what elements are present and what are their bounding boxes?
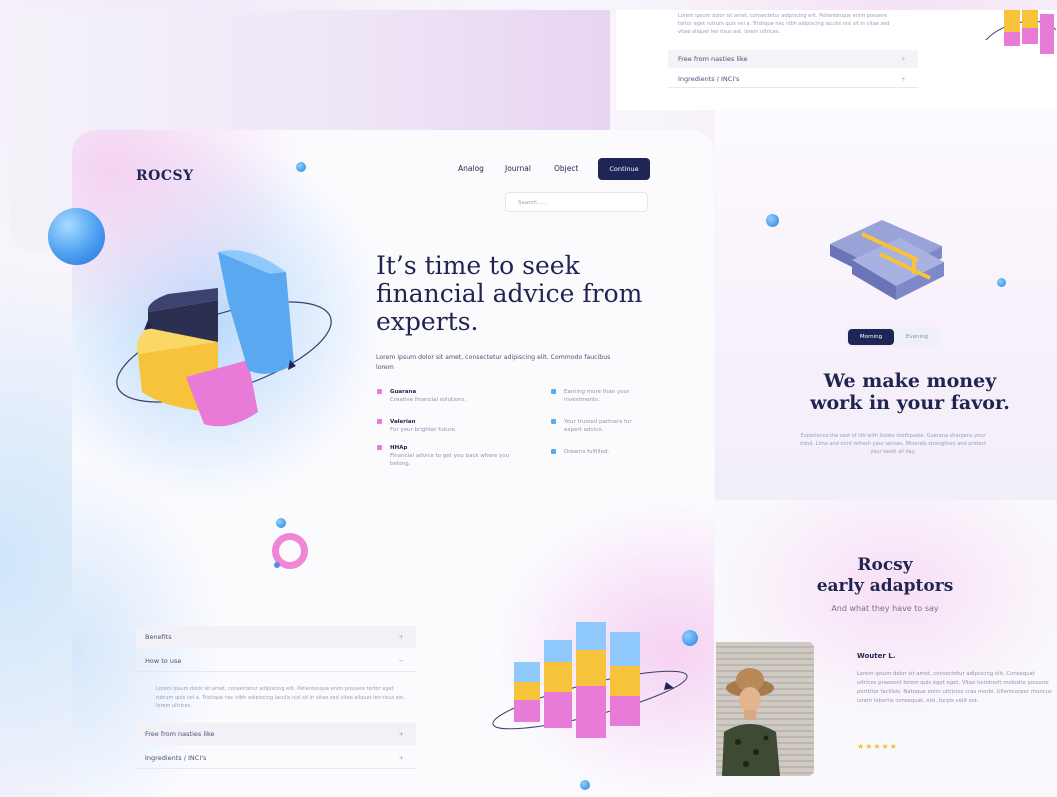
adaptors-title: Rocsy early adaptors xyxy=(800,555,970,597)
accordion-how-to-use[interactable]: How to use − xyxy=(136,650,416,672)
feature-bullet xyxy=(377,445,382,450)
accordion-label: Ingredients / INCI's xyxy=(145,754,207,762)
pie-chart-3d-illustration xyxy=(116,250,332,427)
feature-partners: Your trusted partners for expert advice. xyxy=(551,418,650,434)
blue-sphere-tiny xyxy=(997,278,1006,287)
accordion-ingredients[interactable]: Ingredients / INCI's + xyxy=(136,747,416,769)
money-title: We make money work in your favor. xyxy=(760,370,1057,414)
nav-analog[interactable]: Analog xyxy=(458,164,484,173)
reviewer-photo xyxy=(716,642,814,776)
blue-sphere-bottom xyxy=(580,780,590,790)
rating-stars: ★★★★★ xyxy=(857,742,898,751)
plus-icon: + xyxy=(900,75,906,83)
blue-sphere-mid xyxy=(276,518,286,528)
faq-paragraph: Lorem ipsum dolor sit amet, consectetur … xyxy=(678,13,890,35)
minus-icon: − xyxy=(398,657,404,665)
feature-text: Dreams fulfilled. xyxy=(564,449,610,455)
person-illustration xyxy=(722,668,780,776)
accordion-benefits[interactable]: Benefits + xyxy=(136,626,416,648)
faq-row-nasties[interactable]: Free from nasties like + xyxy=(668,50,918,68)
feature-earning: Earning more than your investments. xyxy=(551,388,650,404)
accordion-nasties[interactable]: Free from nasties like + xyxy=(136,723,416,745)
adaptors-title-line1: Rocsy xyxy=(857,555,913,575)
hero-description: Lorem ipsum dolor sit amet, consectetur … xyxy=(376,354,611,371)
adaptors-title-line2: early adaptors xyxy=(816,576,954,596)
brand-logo[interactable]: ROCSY xyxy=(136,168,194,184)
feature-text: Creative financial solutions. xyxy=(390,397,467,403)
plus-icon: + xyxy=(900,55,906,63)
feature-text: Your trusted partners for expert advice. xyxy=(564,419,632,433)
main-landing-card: ROCSY Analog Journal Object Continue Sea… xyxy=(72,130,714,797)
money-title-line1: We make money xyxy=(823,370,997,392)
faq-row-ingredients[interactable]: Ingredients / INCI's + xyxy=(668,70,918,88)
accordion-label: Benefits xyxy=(145,633,172,641)
feature-bullet xyxy=(551,449,556,454)
blue-sphere-small xyxy=(766,214,779,227)
feature-hhap: HHAp Financial advice to get you back wh… xyxy=(377,444,520,468)
feature-bullet xyxy=(377,389,382,394)
nav-journal[interactable]: Journal xyxy=(505,164,531,173)
money-title-line2: work in your favor. xyxy=(810,392,1010,414)
blue-sphere-large xyxy=(48,208,105,265)
plus-icon: + xyxy=(398,730,404,738)
bar-chart-3d-corner xyxy=(985,10,1057,54)
toggle-evening[interactable]: Evening xyxy=(896,329,938,345)
feature-title: Valerian xyxy=(390,419,416,425)
feature-title: Guarana xyxy=(390,389,417,395)
money-stack-illustration xyxy=(830,220,944,300)
hero-title: It’s time to seek financial advice from … xyxy=(376,251,643,336)
adaptors-subtitle: And what they have to say xyxy=(831,604,939,613)
feature-guarana: Guarana Creative financial solutions. xyxy=(377,388,520,404)
feature-bullet xyxy=(551,389,556,394)
feature-dreams: Dreams fulfilled. xyxy=(551,448,650,456)
plus-icon: + xyxy=(398,754,404,762)
feature-bullet xyxy=(377,419,382,424)
blue-sphere-header xyxy=(296,162,306,172)
feature-text: Financial advice to get you back where y… xyxy=(390,453,510,467)
faq-row-label: Ingredients / INCI's xyxy=(678,75,740,83)
review-text: Lorem ipsum dolor sit amet, consectetur … xyxy=(857,671,1052,704)
reviewer-name: Wouter L. xyxy=(857,652,896,660)
faq-panel-top: Lorem ipsum dolor sit amet, consectetur … xyxy=(616,10,1057,110)
blue-sphere-dot xyxy=(274,562,280,568)
time-toggle[interactable]: Morning Evening xyxy=(846,327,940,347)
bar-chart-3d-illustration xyxy=(492,622,688,738)
feature-title: HHAp xyxy=(390,445,408,451)
feature-bullet xyxy=(551,419,556,424)
money-description: Experience the zest of life with Xooko t… xyxy=(799,433,987,455)
accordion-label: Free from nasties like xyxy=(145,730,215,738)
feature-text: For your brighter future. xyxy=(390,427,457,433)
continue-button[interactable]: Continue xyxy=(598,158,650,180)
toggle-morning[interactable]: Morning xyxy=(848,329,894,345)
search-input[interactable]: Search ..... xyxy=(505,192,648,212)
plus-icon: + xyxy=(398,633,404,641)
nav-object[interactable]: Object xyxy=(554,164,578,173)
blue-sphere-right xyxy=(682,630,698,646)
feature-valerian: Valerian For your brighter future. xyxy=(377,418,520,434)
faq-row-label: Free from nasties like xyxy=(678,55,748,63)
accordion-label: How to use xyxy=(145,657,182,665)
feature-text: Earning more than your investments. xyxy=(564,389,630,403)
accordion-body: Lorem ipsum dolor sit amet, consectetur … xyxy=(156,686,405,709)
